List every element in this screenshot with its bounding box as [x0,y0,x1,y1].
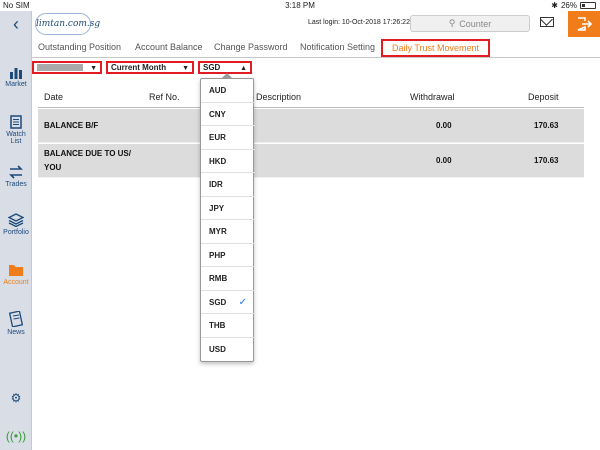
sidebar-item-label: Account [3,279,29,286]
redacted-account [37,64,83,71]
sidebar-item-market[interactable]: Market [0,65,32,88]
currency-option-jpy[interactable]: JPY [201,197,255,220]
back-button[interactable]: ‹ [0,11,32,37]
col-header-description: Description [256,92,302,102]
account-tabs: Outstanding Position Account Balance Cha… [32,38,600,58]
sidebar-item-label-line2: List [10,138,22,145]
sidebar-item-label: Portfolio [3,229,29,236]
row-label: BALANCE DUE TO US/ [44,149,131,158]
row-deposit: 170.63 [534,121,559,130]
folder-icon [9,265,23,276]
trade-exchange-icon [9,165,23,179]
last-login-text: Last login: 10-Oct-2018 17:26:22 [308,19,410,26]
table-row: BALANCE DUE TO US/ YOU 0.00 170.63 [38,144,584,178]
sidebar: ‹ Market Watch List Trades Portfolio Acc… [0,11,32,450]
sidebar-item-account[interactable]: Account [0,263,32,286]
tab-change-password[interactable]: Change Password [214,42,288,52]
settings-icon[interactable]: ⚙ [0,391,32,405]
logout-icon [577,17,592,31]
col-header-deposit: Deposit [528,92,559,102]
battery-percent: 26% [560,1,577,10]
account-select[interactable]: ▼ [32,61,102,74]
sidebar-item-label: News [7,329,25,336]
header: limtan.com.sg Last login: 10-Oct-2018 17… [32,11,600,37]
currency-option-rmb[interactable]: RMB [201,267,255,291]
currency-option-php[interactable]: PHP [201,244,255,267]
option-label: SGD [209,297,227,307]
counter-placeholder: Counter [459,18,492,29]
tab-account-balance[interactable]: Account Balance [135,42,203,52]
row-label: BALANCE B/F [44,121,99,130]
col-header-ref: Ref No. [149,92,180,102]
list-icon [10,115,22,129]
sidebar-item-label: Market [5,81,27,88]
row-label-line2: YOU [44,163,62,172]
currency-option-eur[interactable]: EUR [201,126,255,150]
news-icon [8,311,24,327]
currency-option-myr[interactable]: MYR [201,220,255,244]
currency-value: SGD [203,63,221,72]
battery-icon [580,2,596,9]
tab-outstanding-position[interactable]: Outstanding Position [38,42,121,52]
caret-up-icon: ▲ [240,65,247,72]
caret-down-icon: ▼ [182,65,189,72]
counter-search-input[interactable]: ⚲ Counter [410,15,530,32]
caret-down-icon: ▼ [90,65,97,72]
checkmark-icon: ✓ [238,296,247,308]
period-select[interactable]: Current Month ▼ [106,61,194,74]
currency-option-idr[interactable]: IDR [201,173,255,197]
mail-icon[interactable] [540,17,554,27]
status-right: ✱ 26% [551,0,596,11]
currency-dropdown: AUD CNY EUR HKD IDR JPY MYR PHP RMB SGD … [200,73,255,362]
currency-option-usd[interactable]: USD [201,338,255,362]
currency-option-hkd[interactable]: HKD [201,150,255,173]
search-icon: ⚲ [448,18,456,28]
clock: 3:18 PM [285,1,315,10]
status-bar: No SIM 3:18 PM ✱ 26% [0,0,600,11]
tab-daily-trust-movement[interactable]: Daily Trust Movement [381,39,491,57]
col-header-date: Date [44,92,64,102]
header-divider [38,107,584,108]
sidebar-item-portfolio[interactable]: Portfolio [0,213,32,236]
layers-icon [8,213,24,227]
brand-logo: limtan.com.sg [35,13,100,35]
sidebar-item-label: Watch [6,131,26,138]
bluetooth-icon: ✱ [551,1,558,10]
currency-option-cny[interactable]: CNY [201,103,255,126]
table-row: BALANCE B/F 0.00 170.63 [38,109,584,143]
currency-option-aud[interactable]: AUD [201,79,255,103]
row-deposit: 170.63 [534,156,559,165]
sidebar-item-label: Trades [5,181,27,188]
row-withdrawal: 0.00 [436,156,452,165]
tab-notification-setting[interactable]: Notification Setting [300,42,375,52]
currency-option-sgd[interactable]: SGD ✓ [201,291,255,314]
period-value: Current Month [111,63,167,72]
col-header-withdrawal: Withdrawal [410,92,455,102]
connection-status-icon: ((•)) [5,429,27,443]
sidebar-item-watch-list[interactable]: Watch List [0,115,32,145]
currency-option-thb[interactable]: THB [201,314,255,338]
sidebar-item-news[interactable]: News [0,311,32,336]
logout-button[interactable] [568,11,600,37]
bar-chart-icon [10,68,22,79]
row-withdrawal: 0.00 [436,121,452,130]
sidebar-item-trades[interactable]: Trades [0,165,32,188]
